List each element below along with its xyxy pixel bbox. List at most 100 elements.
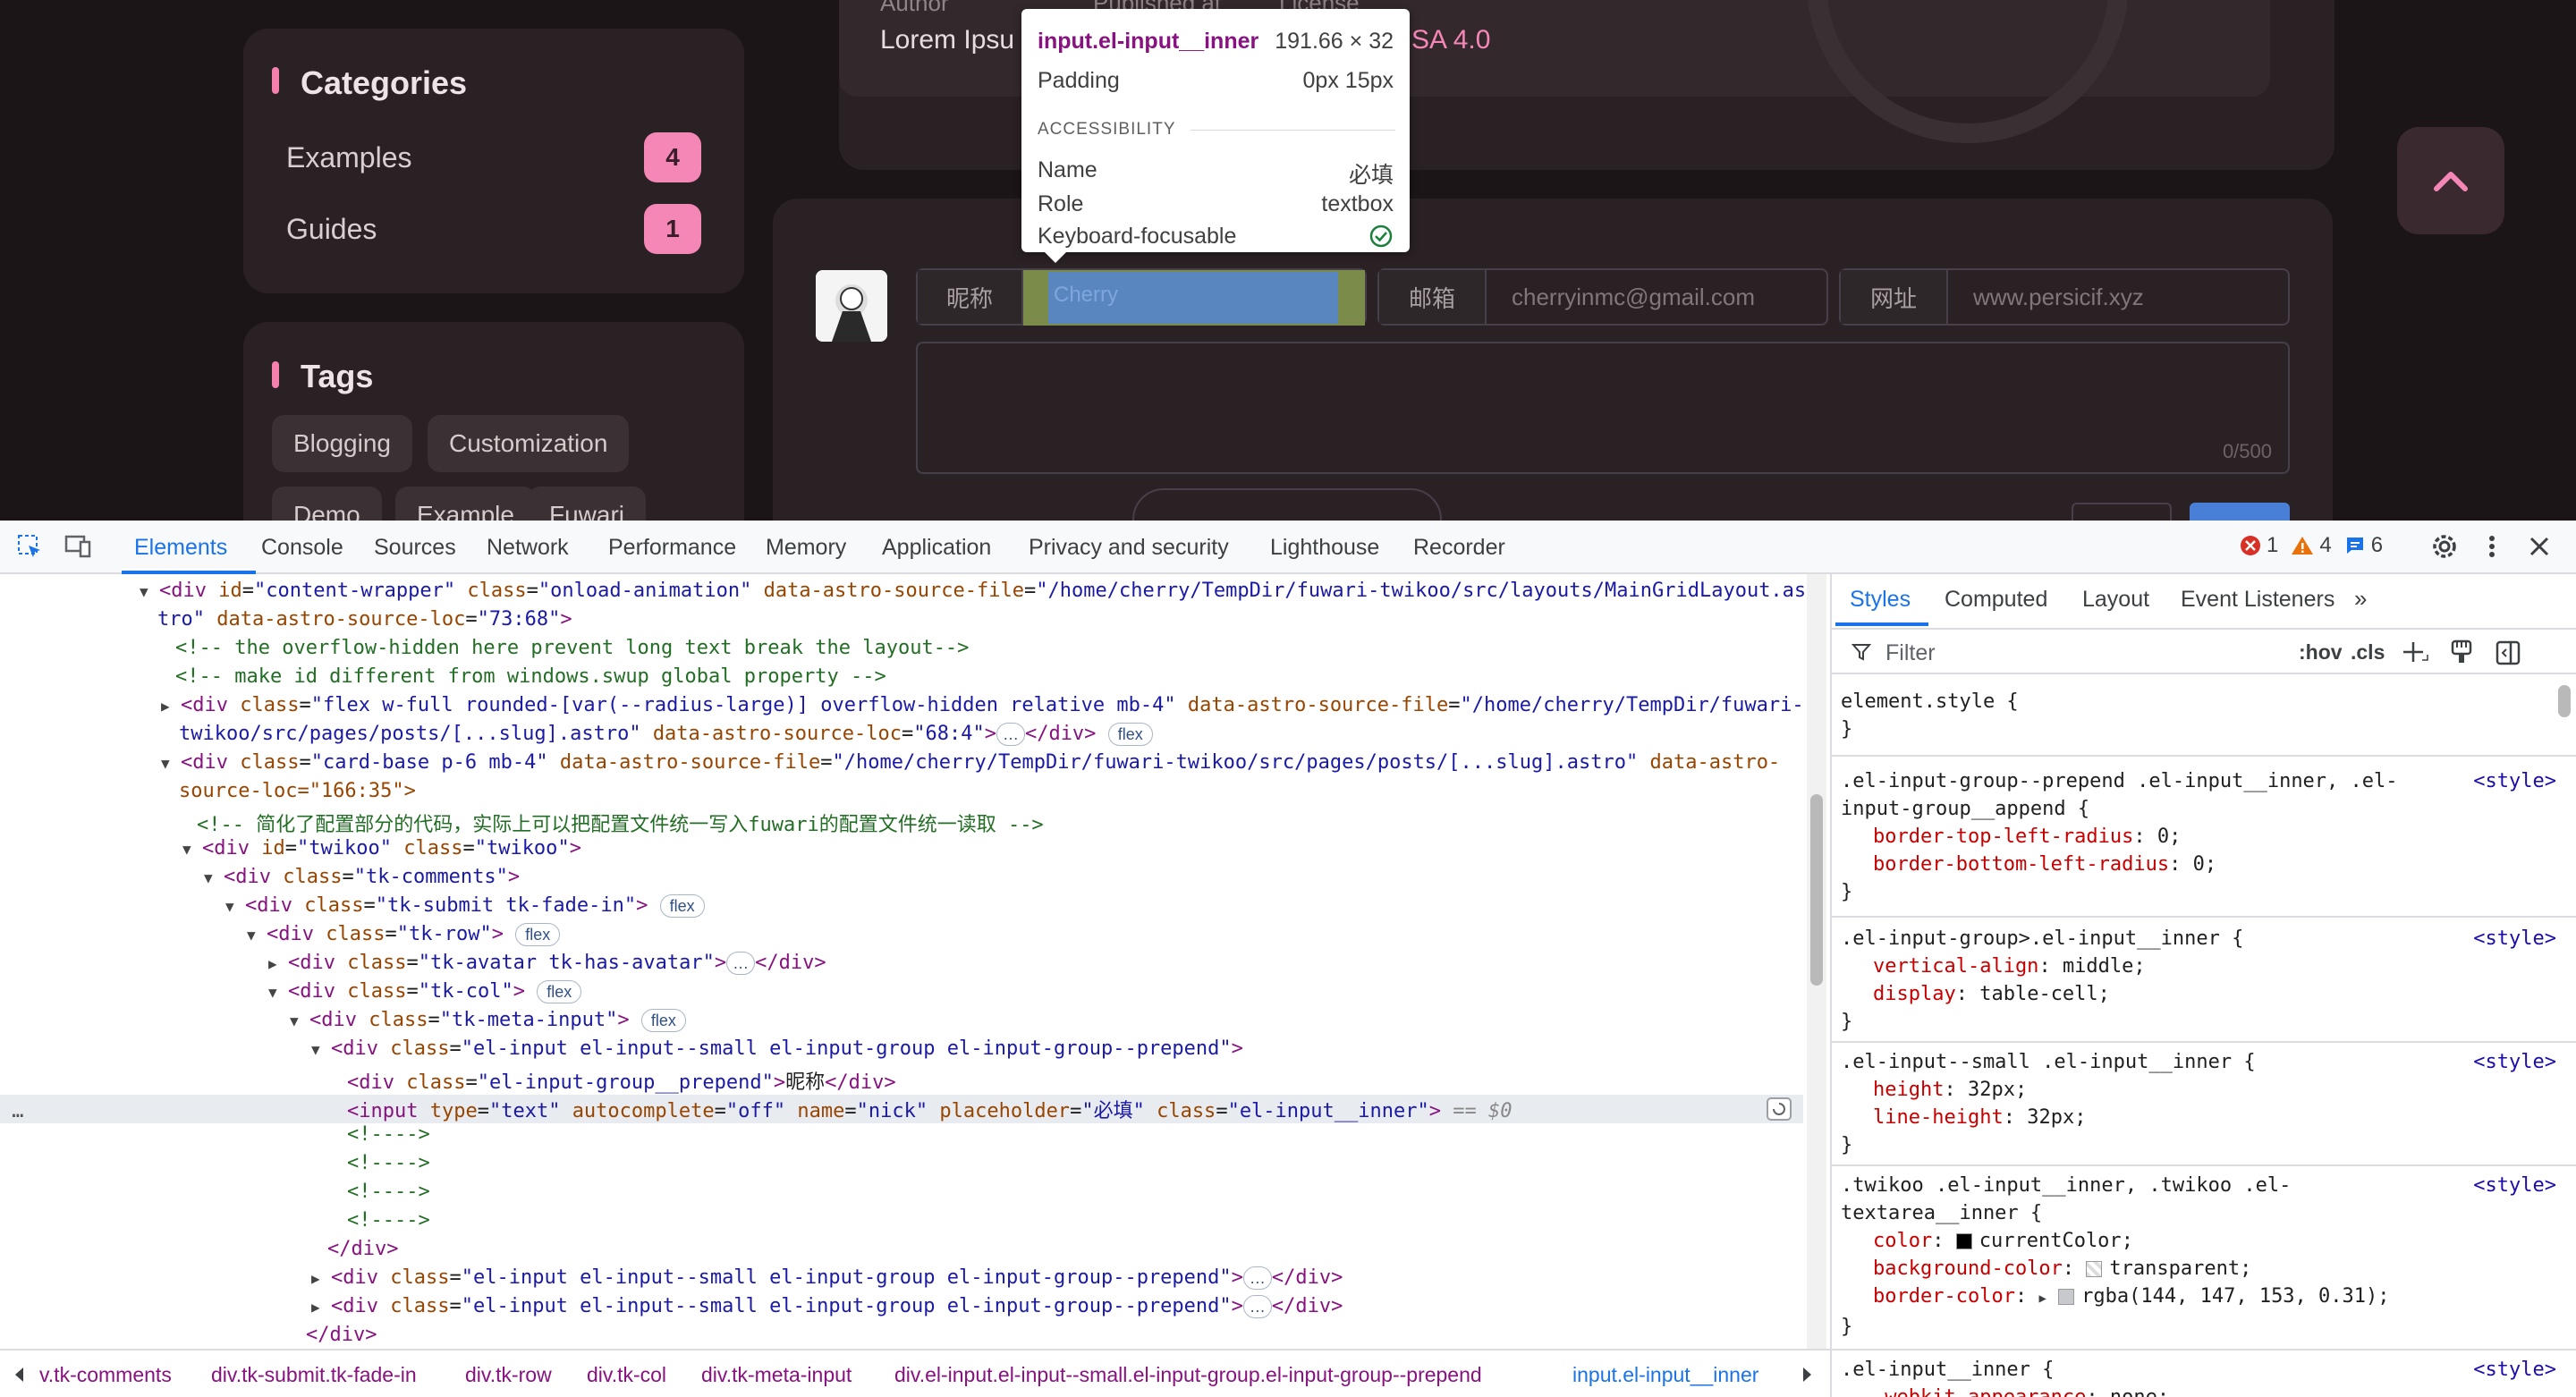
dom-line[interactable]: twikoo/src/pages/posts/[...slug].astro" … bbox=[179, 723, 1807, 751]
rule-source-link[interactable]: <style> bbox=[2473, 925, 2556, 952]
style-rule[interactable]: <style> .twikoo .el-input__inner, .twiko… bbox=[1841, 1172, 2556, 1341]
style-rule[interactable]: <style> .el-input--small .el-input__inne… bbox=[1841, 1048, 2556, 1159]
tab-sources[interactable]: Sources bbox=[374, 535, 456, 561]
close-devtools-icon[interactable] bbox=[2528, 535, 2551, 558]
dom-selected-line[interactable]: … <input type="text" autocomplete="off" n… bbox=[0, 1095, 1803, 1123]
color-swatch[interactable] bbox=[1955, 1233, 1972, 1249]
color-swatch[interactable] bbox=[2058, 1289, 2075, 1305]
rule-source-link[interactable]: <style> bbox=[2473, 1172, 2556, 1199]
tab-layout[interactable]: Layout bbox=[2082, 587, 2149, 613]
dom-line[interactable]: </div> bbox=[327, 1238, 1807, 1266]
dom-line[interactable]: ▼ <div class="tk-col"> flex bbox=[268, 980, 1807, 1009]
tab-memory[interactable]: Memory bbox=[766, 535, 846, 561]
dom-comment[interactable]: <!----> bbox=[347, 1181, 1807, 1209]
toggle-sidebar-icon[interactable] bbox=[2496, 640, 2521, 665]
tab-recorder[interactable]: Recorder bbox=[1413, 535, 1505, 561]
breadcrumb-right-arrow-icon[interactable] bbox=[1798, 1365, 1816, 1384]
send-button[interactable] bbox=[2190, 503, 2290, 521]
tab-console[interactable]: Console bbox=[261, 535, 343, 561]
inspect-element-icon[interactable] bbox=[16, 533, 43, 560]
dom-line[interactable]: ▼ <div class="card-base p-6 mb-4" data-as… bbox=[161, 751, 1807, 780]
comment-textarea[interactable]: 0/500 bbox=[916, 342, 2290, 474]
style-rule[interactable]: <style> .el-input-group>.el-input__inner… bbox=[1841, 925, 2556, 1036]
dom-line[interactable]: ▼ <div class="el-input el-input--small el… bbox=[311, 1037, 1807, 1066]
breadcrumb-item[interactable]: div.tk-col bbox=[587, 1363, 666, 1387]
user-avatar bbox=[816, 270, 887, 342]
dom-line[interactable]: ▼ <div id="content-wrapper" class="onload… bbox=[140, 580, 1807, 608]
dom-scrollbar[interactable] bbox=[1807, 574, 1826, 1349]
breadcrumb-item[interactable]: div.tk-meta-input bbox=[701, 1363, 852, 1387]
tab-lighthouse[interactable]: Lighthouse bbox=[1270, 535, 1379, 561]
breadcrumb-left-arrow-icon[interactable] bbox=[11, 1365, 29, 1384]
dom-line[interactable]: ▼ <div class="tk-comments"> bbox=[204, 866, 1807, 894]
link-input[interactable]: www.persicif.xyz bbox=[1948, 270, 2144, 324]
dom-line[interactable]: ▶ <div class="el-input el-input--small el… bbox=[311, 1266, 1807, 1295]
breadcrumb-item[interactable]: div.tk-row bbox=[465, 1363, 552, 1387]
dom-line[interactable]: source-loc="166:35"> bbox=[179, 780, 1807, 809]
new-style-rule-icon[interactable] bbox=[2402, 640, 2429, 665]
tab-privacy-security[interactable]: Privacy and security bbox=[1029, 535, 1229, 561]
tab-computed[interactable]: Computed bbox=[1945, 587, 2047, 613]
style-rule[interactable]: <style> .el-input-group--prepend .el-inp… bbox=[1841, 767, 2556, 906]
more-options-icon[interactable] bbox=[2483, 531, 2501, 562]
tab-event-listeners[interactable]: Event Listeners bbox=[2181, 587, 2334, 613]
dom-line[interactable]: ▶ <div class="flex w-full rounded-[var(--… bbox=[161, 694, 1807, 723]
error-counter[interactable]: 1 4 6 bbox=[2240, 533, 2383, 558]
dom-comment[interactable]: <!----> bbox=[347, 1123, 1807, 1152]
more-tabs-icon[interactable]: » bbox=[2354, 585, 2367, 613]
mail-input[interactable]: cherryinmc@gmail.com bbox=[1487, 270, 1755, 324]
scroll-to-top-button[interactable] bbox=[2397, 127, 2504, 234]
styles-filter-bar: Filter :hov .cls bbox=[1832, 628, 2576, 674]
dom-comment[interactable]: <!-- the overflow-hidden here prevent lo… bbox=[175, 637, 1807, 665]
dom-comment[interactable]: <!-- make id different from windows.swup… bbox=[175, 665, 1807, 694]
styles-filter-input[interactable]: Filter bbox=[1885, 640, 1936, 666]
dom-line[interactable]: tro" data-astro-source-loc="73:68"> bbox=[157, 608, 1807, 637]
tag-fuwari[interactable]: Fuwari bbox=[528, 487, 647, 521]
device-toolbar-icon[interactable] bbox=[63, 533, 93, 560]
style-rule[interactable]: element.style { } bbox=[1841, 690, 2556, 741]
rule-source-link[interactable]: <style> bbox=[2473, 1048, 2556, 1076]
tags-accent bbox=[272, 361, 279, 388]
dom-line[interactable]: ▼ <div class="tk-meta-input"> flex bbox=[290, 1009, 1807, 1037]
dom-line[interactable]: </div> bbox=[306, 1324, 1807, 1349]
settings-gear-icon[interactable] bbox=[2429, 531, 2460, 562]
dom-scrollbar-thumb[interactable] bbox=[1810, 794, 1823, 986]
tab-styles[interactable]: Styles bbox=[1850, 587, 1911, 613]
breadcrumb-item-active[interactable]: input.el-input__inner bbox=[1572, 1363, 1758, 1387]
dom-comment[interactable]: <!----> bbox=[347, 1209, 1807, 1238]
tab-elements[interactable]: Elements bbox=[134, 535, 227, 561]
tag-customization[interactable]: Customization bbox=[428, 415, 630, 472]
tab-performance[interactable]: Performance bbox=[608, 535, 736, 561]
color-format-icon[interactable] bbox=[2449, 639, 2474, 665]
dom-line[interactable]: <div class="el-input-group__prepend">昵称<… bbox=[347, 1066, 1807, 1095]
cls-toggle[interactable]: .cls bbox=[2351, 640, 2385, 665]
color-swatch[interactable] bbox=[2086, 1261, 2103, 1277]
dom-line[interactable]: ▼ <div id="twikoo" class="twikoo"> bbox=[182, 837, 1807, 866]
tag-blogging[interactable]: Blogging bbox=[272, 415, 412, 472]
style-rule[interactable]: <style> .el-input__inner { -webkit-appea… bbox=[1841, 1356, 2556, 1397]
breadcrumb-item[interactable]: div.el-input.el-input--small.el-input-gr… bbox=[894, 1363, 1482, 1387]
tab-network[interactable]: Network bbox=[487, 535, 569, 561]
styles-scrollbar[interactable] bbox=[2555, 674, 2574, 1336]
category-item-guides[interactable]: Guides bbox=[286, 213, 377, 246]
styles-scrollbar-thumb[interactable] bbox=[2558, 685, 2571, 717]
breadcrumb-item[interactable]: v.tk-comments bbox=[39, 1363, 172, 1387]
rule-source-link[interactable]: <style> bbox=[2473, 1356, 2556, 1384]
rule-source-link[interactable]: <style> bbox=[2473, 767, 2556, 795]
dom-line[interactable]: ▶ <div class="el-input el-input--small el… bbox=[311, 1295, 1807, 1324]
dom-node-action-icon[interactable] bbox=[1766, 1096, 1792, 1122]
breadcrumb-item[interactable]: div.tk-submit.tk-fade-in bbox=[211, 1363, 417, 1387]
tag-example[interactable]: Example bbox=[395, 487, 536, 521]
dom-line[interactable]: ▼ <div class="tk-row"> flex bbox=[247, 923, 1807, 952]
dom-comment[interactable]: <!-- 简化了配置部分的代码，实际上可以把配置文件统一写入fuwari的配置文… bbox=[197, 809, 1807, 837]
dom-line[interactable]: ▶ <div class="tk-avatar tk-has-avatar">… <… bbox=[268, 952, 1807, 980]
dom-tree[interactable]: ▼ <div id="content-wrapper" class="onload… bbox=[0, 574, 1807, 1349]
tag-demo[interactable]: Demo bbox=[272, 487, 382, 521]
inspect-tooltip: input.el-input__inner 191.66 × 32 Paddin… bbox=[1021, 9, 1410, 252]
dom-line[interactable]: ▼ <div class="tk-submit tk-fade-in"> flex bbox=[225, 894, 1807, 923]
category-item-examples[interactable]: Examples bbox=[286, 141, 412, 174]
hov-toggle[interactable]: :hov bbox=[2299, 640, 2343, 665]
dom-comment[interactable]: <!----> bbox=[347, 1152, 1807, 1181]
tab-application[interactable]: Application bbox=[882, 535, 991, 561]
preview-button[interactable] bbox=[2072, 503, 2172, 521]
